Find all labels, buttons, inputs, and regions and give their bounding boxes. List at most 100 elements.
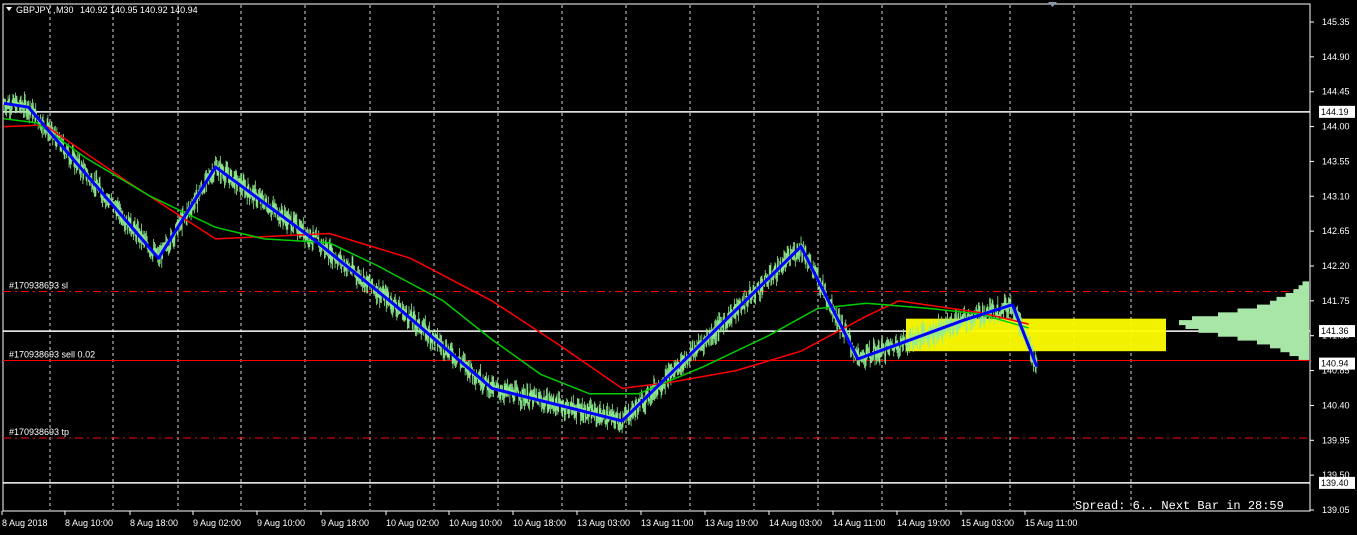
candle-body [5,107,7,110]
candle-body [662,385,664,387]
candle-body [393,300,395,302]
candle-body [316,234,318,238]
candle-body [698,341,700,344]
candle-body [999,312,1000,316]
candle-body [482,383,484,386]
candle-body [243,181,245,185]
candle-body [1012,309,1013,312]
candle-body [845,328,847,331]
candle-body [736,303,738,307]
candle-body [92,187,94,189]
candle-body [525,398,527,404]
candle-body [559,402,561,404]
candle-body [903,337,905,341]
spread-text: Spread: 6.. Next Bar in 28:59 [1075,499,1284,513]
candle-body [427,335,429,338]
candle-body [270,211,272,213]
price-chart[interactable]: 145.35 144.90 144.45 144.00 143.55 143.10 142.… [0,0,1357,535]
candle-body [559,398,560,403]
candle-body [866,348,868,351]
candle-body [784,258,786,260]
candle-body [278,219,280,220]
candle-body [463,358,464,361]
candle-body [69,159,71,162]
candle-body [719,320,721,324]
candle-body [893,347,895,351]
candle-body [23,109,24,111]
candle-body [202,189,204,192]
candle-body [515,387,516,390]
candle-body [601,418,603,421]
candle-body [149,250,150,253]
candle-body [476,378,478,379]
candle-body [960,317,962,319]
x-tick-label: 15 Aug 11:00 [1025,518,1077,528]
candle-body [961,315,963,318]
candle-body [124,223,126,226]
chart-root[interactable]: 145.35 144.90 144.45 144.00 143.55 143.10 142.… [0,0,1357,535]
candle-body [169,245,171,249]
candle-body [561,407,563,411]
candle-body [911,335,913,337]
candle-body [864,361,866,363]
candle-body [776,275,778,278]
candle-body [798,253,799,255]
candle-body [294,219,296,222]
candle-body [577,403,579,406]
candle-body [252,190,254,192]
candle-body [726,321,728,326]
candle-body [33,109,35,111]
candle-body [226,168,228,171]
candle-body [148,250,150,252]
candle-body [10,108,12,110]
candle-body [771,278,773,280]
candle-body [291,229,293,231]
candle-body [476,378,477,381]
candle-body [24,100,26,104]
candle-body [210,178,211,181]
candle-body [132,232,133,234]
low-level-tag: 139.40 [1321,478,1349,488]
candle-body [315,235,316,238]
x-tick-label: 15 Aug 03:00 [961,518,1014,528]
candle-body [474,378,476,380]
candle-body [385,292,386,295]
candle-body [520,400,522,402]
candle-body [410,311,412,318]
candle-body [641,397,643,399]
candle-body [886,343,888,347]
candle-body [481,383,483,386]
candle-body [413,314,415,317]
candle-body [847,333,849,337]
candle-body [101,194,102,199]
candle-body [575,413,577,416]
candle-body [446,353,448,357]
candle-body [104,199,106,202]
candle-body [969,321,971,324]
candle-body [495,385,497,388]
candle-body [872,357,873,360]
header-ohlc: 140.92 140.95 140.92 140.94 [80,5,198,15]
candle-body [713,334,715,337]
candle-body [12,97,14,103]
candle-body [991,305,993,307]
chart-header[interactable]: GBPJPY , M30 140.92 140.95 140.92 140.94 [6,5,198,15]
candle-body [899,349,900,351]
candle-body [444,353,446,354]
candle-body [23,100,25,110]
candle-body [256,200,258,202]
y-tick-label: 143.10 [1322,191,1350,201]
candle-body [502,394,504,397]
candle-body [163,244,164,247]
candle-body [72,152,74,154]
candle-body [269,211,271,213]
candle-body [642,406,644,408]
candle-body [554,406,555,408]
candle-body [665,373,667,376]
candle-body [772,279,773,281]
candle-body [661,385,663,390]
candle-body [522,389,524,392]
candle-body [926,337,928,340]
candle-body [538,396,540,398]
candle-body [436,334,438,336]
